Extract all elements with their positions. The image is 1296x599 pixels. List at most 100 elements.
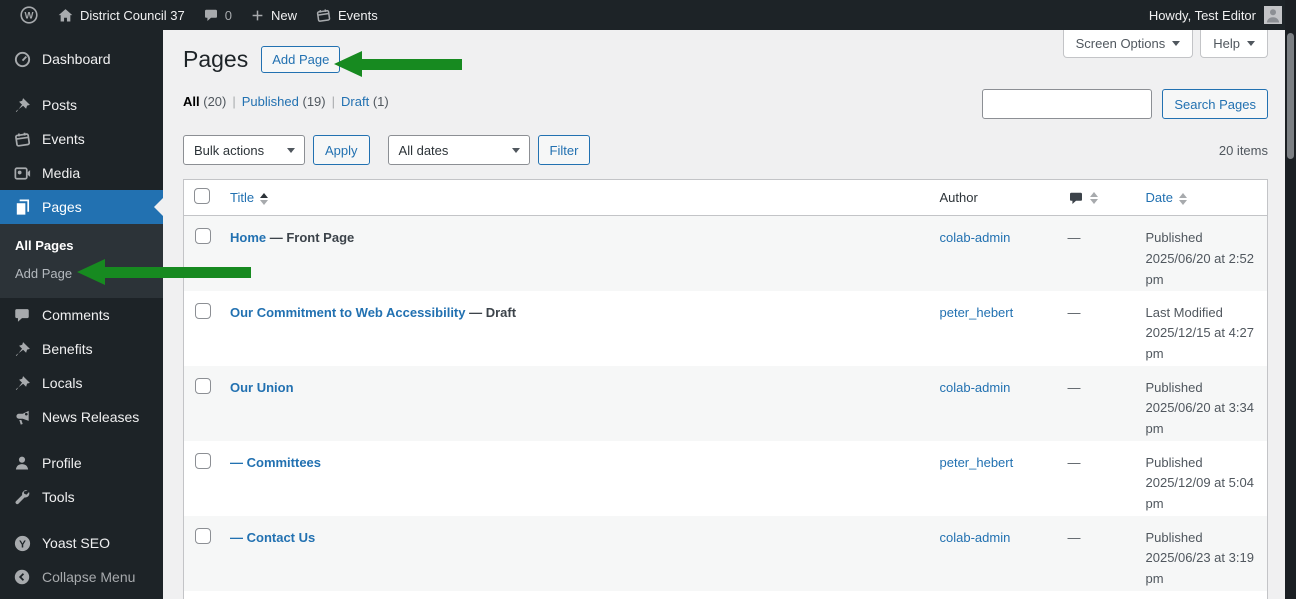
table-row: Our Commitment to Web Accessibility — Dr… [184, 291, 1268, 366]
sidebar-item-news-releases[interactable]: News Releases [0, 400, 163, 434]
search-pages-button[interactable]: Search Pages [1162, 89, 1268, 119]
collapse-icon [12, 567, 32, 587]
wordpress-menu-button[interactable]: W [10, 0, 48, 30]
visit-site-link[interactable]: District Council 37 [48, 0, 194, 30]
filter-button[interactable]: Filter [537, 135, 591, 165]
tools-icon [12, 487, 32, 507]
view-filter-links: All (20) | Published (19) | Draft (1) [183, 94, 389, 109]
sidebar-item-yoast-seo[interactable]: Y Yoast SEO [0, 526, 163, 560]
sidebar-item-locals[interactable]: Locals [0, 366, 163, 400]
sidebar-item-label: Posts [42, 97, 78, 113]
dates-filter-select[interactable]: All dates [387, 135, 530, 165]
row-checkbox[interactable] [195, 452, 211, 469]
events-shortcut[interactable]: Events [306, 0, 387, 30]
profile-icon [12, 453, 32, 473]
date-status: Published [1145, 529, 1203, 545]
sidebar-item-all-pages[interactable]: All Pages [0, 232, 163, 260]
view-published-link[interactable]: Published (19) [242, 94, 326, 109]
page-title-link[interactable]: — Contact Us [230, 530, 315, 545]
item-count: 20 items [1218, 142, 1268, 158]
comments-value: — [1067, 230, 1081, 245]
sidebar-item-label: Dashboard [42, 51, 111, 67]
row-checkbox[interactable] [195, 228, 211, 244]
posts-icon [12, 95, 32, 115]
yoast-icon: Y [12, 533, 32, 553]
comment-count: 0 [224, 7, 232, 23]
sidebar-item-label: Tools [42, 489, 75, 505]
events-icon [12, 129, 32, 149]
site-name: District Council 37 [80, 7, 185, 23]
author-link[interactable]: peter_hebert [940, 305, 1014, 320]
sidebar-item-label: Benefits [42, 341, 93, 357]
view-draft-link[interactable]: Draft (1) [341, 94, 389, 109]
apply-button[interactable]: Apply [313, 135, 370, 165]
column-header-title[interactable]: Title [220, 179, 930, 216]
sidebar-item-tools[interactable]: Tools [0, 480, 163, 514]
help-toggle[interactable]: Help [1200, 30, 1268, 58]
add-page-button[interactable]: Add Page [261, 45, 341, 73]
page-title-link[interactable]: — Committees [230, 455, 321, 470]
vertical-scrollbar[interactable] [1285, 0, 1296, 599]
new-content-button[interactable]: New [241, 0, 306, 30]
date-value: 2025/06/20 at 3:34 pm [1145, 400, 1254, 437]
screen-options-label: Screen Options [1075, 36, 1166, 51]
screen-options-toggle[interactable]: Screen Options [1062, 30, 1194, 58]
sidebar-item-dashboard[interactable]: Dashboard [0, 42, 163, 76]
sidebar-item-pages[interactable]: Pages [0, 190, 163, 224]
date-status: Last Modified [1145, 304, 1223, 320]
avatar-icon[interactable] [1264, 6, 1282, 24]
pages-list-table: Title Author Date Home — Front Page cola… [183, 179, 1268, 599]
comments-value: — [1067, 379, 1081, 395]
search-input[interactable] [982, 89, 1153, 119]
sidebar-item-label: Yoast SEO [42, 535, 110, 551]
sidebar-item-profile[interactable]: Profile [0, 446, 163, 480]
sidebar-item-comments[interactable]: Comments [0, 298, 163, 332]
table-row: — Contact Us colab-admin — Published 2025… [183, 515, 1268, 591]
admin-sidebar: Dashboard Posts Events Media Pages All P… [0, 30, 163, 599]
row-checkbox[interactable] [195, 377, 211, 394]
table-row [184, 591, 1268, 599]
comments-shortcut[interactable]: 0 [194, 0, 241, 30]
sidebar-item-benefits[interactable]: Benefits [0, 332, 163, 366]
page-title-link[interactable]: Our Commitment to Web Accessibility [230, 305, 466, 320]
new-label: New [271, 7, 298, 23]
sidebar-item-media[interactable]: Media [0, 156, 163, 190]
date-value: 2025/06/20 at 2:52 pm [1145, 250, 1254, 287]
comments-value: — [1067, 454, 1081, 470]
date-status: Published [1145, 454, 1203, 470]
column-header-date[interactable]: Date [1135, 179, 1268, 216]
wordpress-logo: W [19, 5, 39, 25]
page-title-link[interactable]: Our Union [230, 380, 294, 395]
comments-value: — [1067, 529, 1081, 545]
author-link[interactable]: colab-admin [940, 230, 1011, 245]
scrollbar-thumb[interactable] [1287, 33, 1294, 159]
row-checkbox[interactable] [195, 527, 211, 544]
sidebar-item-label: Locals [42, 375, 83, 391]
date-status: Published [1145, 230, 1203, 245]
sidebar-item-events[interactable]: Events [0, 122, 163, 156]
sidebar-item-posts[interactable]: Posts [0, 88, 163, 122]
table-row: Our Union colab-admin — Published 2025/06… [183, 365, 1268, 441]
howdy-greeting[interactable]: Howdy, Test Editor [1149, 8, 1256, 23]
svg-text:Y: Y [19, 539, 26, 550]
author-link[interactable]: colab-admin [940, 380, 1011, 395]
page-title-link[interactable]: Home [230, 230, 266, 245]
date-value: 2025/12/15 at 4:27 pm [1145, 325, 1254, 362]
author-link[interactable]: colab-admin [940, 530, 1011, 545]
comments-icon [203, 7, 219, 23]
sidebar-item-add-page[interactable]: Add Page [0, 260, 163, 288]
plus-icon [250, 8, 265, 23]
sidebar-item-label: Collapse Menu [42, 569, 136, 585]
post-state: — Draft [469, 304, 517, 320]
sort-icon [1178, 192, 1187, 205]
sidebar-item-collapse-menu[interactable]: Collapse Menu [0, 560, 163, 594]
pages-submenu: All Pages Add Page [0, 224, 163, 298]
author-link[interactable]: peter_hebert [940, 455, 1014, 470]
bulk-actions-select[interactable]: Bulk actions [183, 135, 305, 165]
column-header-comments[interactable] [1057, 179, 1136, 216]
svg-text:W: W [25, 11, 34, 22]
row-checkbox[interactable] [195, 302, 211, 319]
comments-icon [12, 305, 32, 325]
select-all-checkbox[interactable] [194, 188, 210, 204]
view-all-link[interactable]: All (20) [183, 94, 226, 109]
